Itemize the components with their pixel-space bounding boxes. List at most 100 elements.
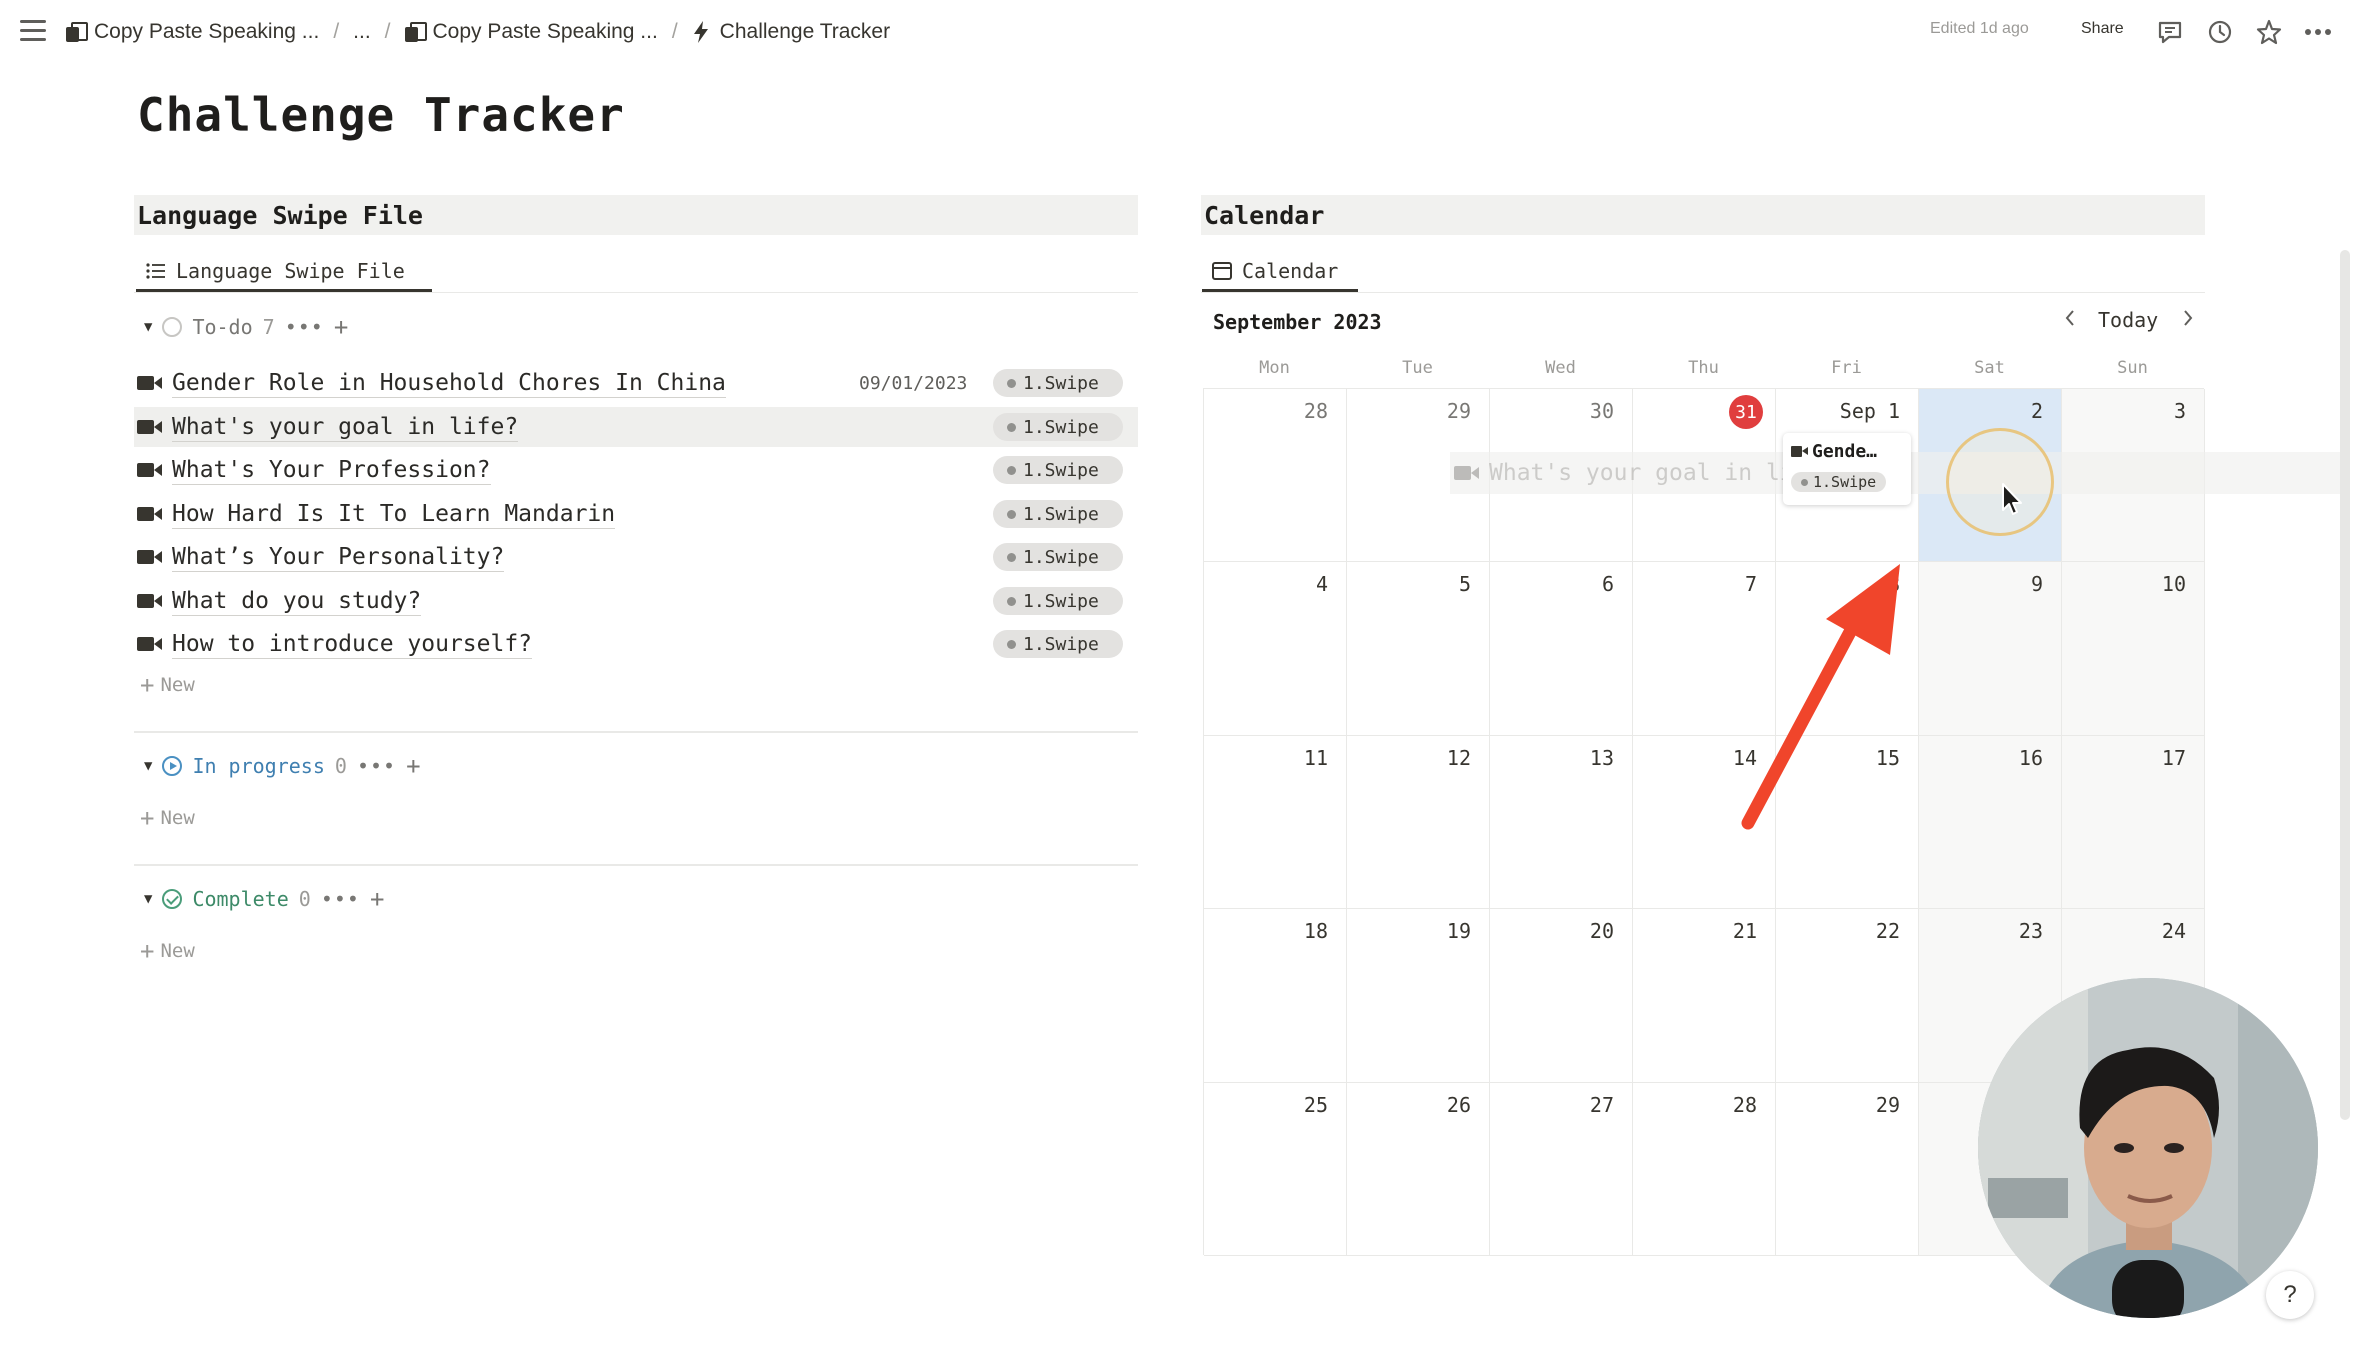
item-title[interactable]: Gender Role in Household Chores In China (172, 369, 726, 398)
calendar-day-cell[interactable]: 19 (1347, 909, 1490, 1083)
item-title[interactable]: What's your goal in life? (172, 413, 519, 442)
history-clock-icon[interactable] (2206, 18, 2234, 46)
group-more-icon[interactable]: ••• (321, 887, 360, 911)
breadcrumb-item-current[interactable]: Challenge Tracker (692, 20, 890, 44)
video-camera-icon (1454, 465, 1480, 481)
calendar-day-cell[interactable]: 25 (1204, 1082, 1347, 1256)
calendar-day-cell[interactable]: 22 (1776, 909, 1919, 1083)
day-number: 16 (2018, 745, 2043, 770)
tab-label: Language Swipe File (176, 258, 405, 283)
plus-icon: + (140, 804, 155, 832)
calendar-day-cell[interactable]: 28 (1204, 389, 1347, 563)
group-complete-header[interactable]: ▼ Complete 0 ••• + (144, 885, 384, 913)
webcam-overlay (1978, 978, 2318, 1318)
calendar-day-cell[interactable]: 17 (2062, 735, 2205, 910)
weekday-thu: Thu (1688, 358, 1719, 378)
comments-icon[interactable] (2156, 18, 2184, 46)
video-camera-icon (137, 593, 163, 609)
day-number: 17 (2161, 745, 2186, 770)
group-add-icon[interactable]: + (370, 885, 384, 913)
item-title[interactable]: How to introduce yourself? (172, 630, 533, 659)
today-button[interactable]: Today (2098, 308, 2158, 332)
list-item[interactable]: What's Your Profession? 1.Swipe (134, 450, 1138, 490)
tag-dot-icon (1007, 596, 1016, 606)
item-title[interactable]: What do you study? (172, 587, 422, 616)
list-item[interactable]: How to introduce yourself? 1.Swipe (134, 624, 1138, 664)
todo-new-button[interactable]: + New (140, 671, 195, 699)
calendar-day-cell[interactable]: 13 (1490, 735, 1633, 910)
group-add-icon[interactable]: + (406, 752, 420, 780)
calendar-day-cell[interactable]: 21 (1633, 909, 1776, 1083)
next-month-icon[interactable] (2182, 308, 2194, 333)
group-in-progress-header[interactable]: ▼ In progress 0 ••• + (144, 752, 421, 780)
group-count: 0 (298, 887, 311, 911)
group-more-icon[interactable]: ••• (285, 315, 324, 339)
list-item[interactable]: What do you study? 1.Swipe (134, 581, 1138, 621)
in-progress-new-button[interactable]: + New (140, 804, 195, 832)
breadcrumb-item-2[interactable]: Copy Paste Speaking ... (404, 20, 658, 44)
list-item[interactable]: What’s Your Personality? 1.Swipe (134, 537, 1138, 577)
group-add-icon[interactable]: + (334, 313, 348, 341)
day-number: 3 (2173, 399, 2186, 423)
day-number: 22 (1875, 919, 1900, 944)
help-button[interactable]: ? (2266, 1271, 2314, 1319)
calendar-day-cell[interactable]: 6 (1490, 562, 1633, 736)
sidebar-toggle-icon[interactable] (20, 20, 46, 42)
day-number: 4 (1315, 572, 1328, 597)
list-item[interactable]: What's your goal in life? 1.Swipe (134, 407, 1138, 447)
video-camera-icon (137, 419, 163, 435)
tab-label: Calendar (1242, 258, 1339, 283)
calendar-icon (1212, 261, 1232, 280)
group-label: In progress (192, 754, 325, 778)
swipe-file-header: Language Swipe File (134, 195, 1138, 235)
tab-divider (134, 292, 1138, 293)
group-todo-header[interactable]: ▼ To-do 7 ••• + (144, 313, 348, 341)
collapse-caret-icon[interactable]: ▼ (144, 758, 152, 774)
plus-icon: + (140, 937, 155, 965)
calendar-day-cell[interactable]: 12 (1347, 735, 1490, 910)
new-label: New (160, 807, 195, 829)
calendar-event-card[interactable]: Gende… 1.Swipe (1783, 433, 1911, 505)
calendar-day-cell[interactable]: 18 (1204, 909, 1347, 1083)
day-number: 12 (1446, 745, 1471, 770)
calendar-day-cell[interactable]: 4 (1204, 562, 1347, 736)
tab-calendar[interactable]: Calendar (1202, 252, 1358, 292)
calendar-day-cell[interactable]: 29 (1776, 1082, 1919, 1256)
status-tag: 1.Swipe (1791, 472, 1887, 492)
calendar-day-cell[interactable]: 11 (1204, 735, 1347, 910)
click-indicator (1946, 428, 2054, 536)
breadcrumb-item-1[interactable]: Copy Paste Speaking ... (66, 20, 319, 44)
item-title[interactable]: What's Your Profession? (172, 456, 491, 485)
calendar-day-cell[interactable]: 16 (1919, 735, 2062, 910)
mouse-cursor-icon (2002, 483, 2022, 515)
complete-status-icon (162, 889, 183, 909)
weekday-mon: Mon (1259, 358, 1290, 378)
collapse-caret-icon[interactable]: ▼ (144, 319, 152, 335)
calendar-day-cell[interactable]: 26 (1347, 1082, 1490, 1256)
top-bar: Copy Paste Speaking ... / ... / Copy Pas… (0, 0, 2354, 64)
tab-language-swipe-file[interactable]: Language Swipe File (136, 252, 432, 292)
calendar-day-cell[interactable]: 27 (1490, 1082, 1633, 1256)
list-item[interactable]: How Hard Is It To Learn Mandarin 1.Swipe (134, 494, 1138, 534)
calendar-day-cell[interactable]: 28 (1633, 1082, 1776, 1256)
list-item[interactable]: Gender Role in Household Chores In China… (134, 363, 1138, 403)
page-scrollbar[interactable] (2340, 250, 2350, 1120)
item-title[interactable]: How Hard Is It To Learn Mandarin (172, 500, 616, 529)
video-camera-icon (137, 462, 163, 478)
more-options-icon[interactable] (2304, 18, 2332, 46)
calendar-day-cell[interactable]: 5 (1347, 562, 1490, 736)
group-more-icon[interactable]: ••• (357, 754, 396, 778)
complete-new-button[interactable]: + New (140, 937, 195, 965)
collapse-caret-icon[interactable]: ▼ (144, 891, 152, 907)
month-label: September 2023 (1213, 310, 1382, 334)
favorite-star-icon[interactable] (2255, 18, 2283, 46)
calendar-day-cell[interactable]: 20 (1490, 909, 1633, 1083)
share-button[interactable]: Share (2081, 20, 2124, 38)
breadcrumb-item-ellipsis[interactable]: ... (353, 20, 371, 44)
calendar-day-cell[interactable]: 10 (2062, 562, 2205, 736)
item-title[interactable]: What’s Your Personality? (172, 543, 505, 572)
tag-label: 1.Swipe (1023, 590, 1099, 612)
prev-month-icon[interactable] (2064, 308, 2076, 333)
new-label: New (160, 940, 195, 962)
calendar-day-cell[interactable]: 9 (1919, 562, 2062, 736)
